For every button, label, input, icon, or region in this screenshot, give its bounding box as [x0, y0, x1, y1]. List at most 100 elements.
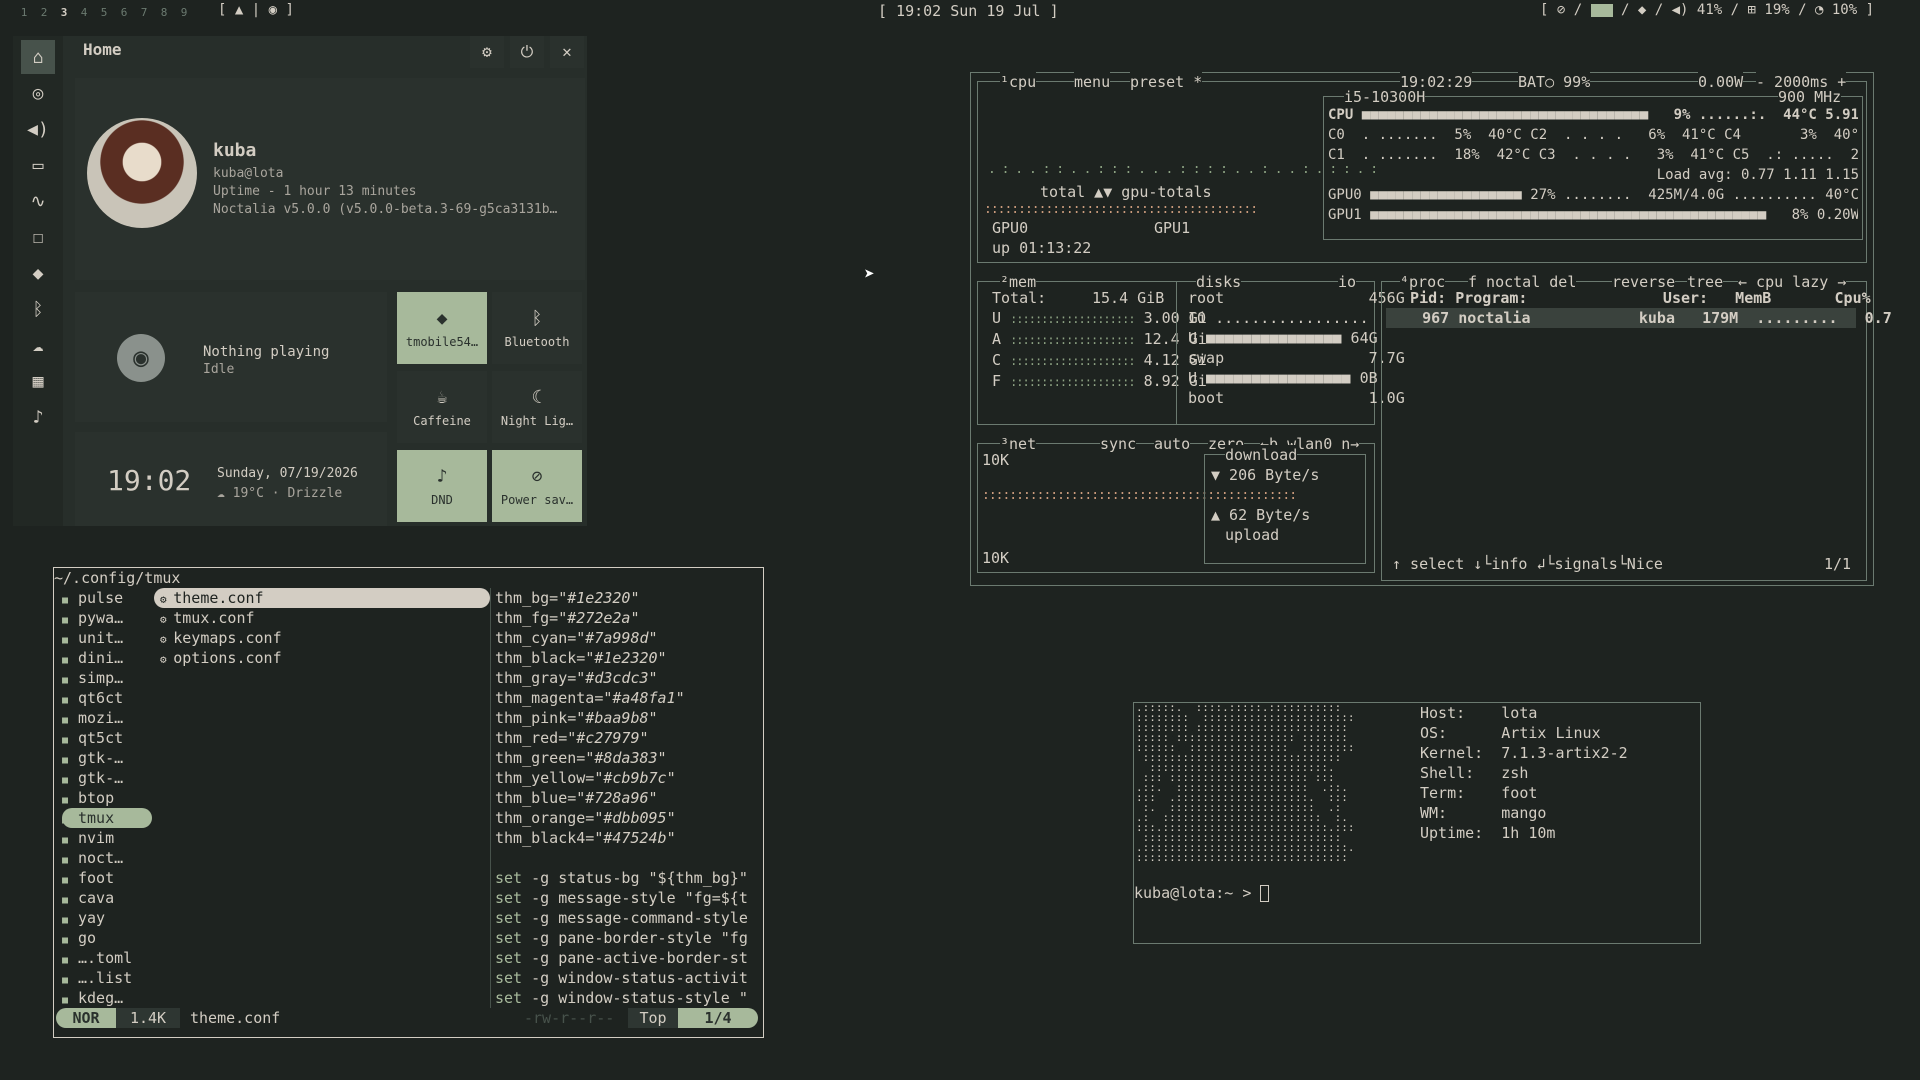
- dir-item[interactable]: ■ gtk-…: [62, 768, 152, 788]
- workspace-button[interactable]: 5: [94, 6, 114, 19]
- quick-tile-caffeine[interactable]: ☕ Caffeine: [397, 371, 487, 443]
- home-icon[interactable]: ⌂: [21, 40, 55, 74]
- proc-columns: Pid: Program: User: MemB Cpu%: [1392, 289, 1871, 307]
- string-literal: "#7a998d": [576, 629, 658, 647]
- auto-toggle[interactable]: auto: [1154, 434, 1191, 454]
- activity-icon[interactable]: ∿: [21, 184, 55, 218]
- proc-row[interactable]: 967 noctalia kuba 179M ......... 0.7: [1386, 308, 1892, 328]
- info-row: OS: Artix Linux: [1420, 723, 1628, 743]
- code-text: thm_green=: [495, 749, 586, 767]
- terminal-window[interactable]: .:::::. ::::.:::::.::::::::::: :::::::: …: [1133, 702, 1701, 944]
- steam-icon[interactable]: ◉: [269, 2, 277, 18]
- quick-tile-dnd[interactable]: ♪ DND: [397, 450, 487, 522]
- power-icon[interactable]: ⏻: [510, 36, 544, 68]
- wifi-icon[interactable]: ◆: [21, 256, 55, 290]
- quick-tile-nightlig[interactable]: ☾ Night Lig…: [492, 371, 582, 443]
- tile-label: Power sav…: [500, 492, 574, 507]
- dir-item[interactable]: ■ gtk-…: [62, 748, 152, 768]
- dir-item[interactable]: ■ btop: [62, 788, 152, 808]
- avatar[interactable]: [87, 118, 197, 228]
- mem-bar: ::::::::::::::::::::: [1010, 375, 1135, 389]
- preview-line: set -g pane-border-style "fg: [495, 928, 761, 948]
- file-item[interactable]: ⚙ tmux.conf: [154, 608, 490, 628]
- cpu-detail-box: i5-10300H 900 MHz CPU ■■■■■■■■■■■■■■■■■■…: [1323, 87, 1863, 240]
- preview-line: thm_black4="#47524b": [495, 828, 761, 848]
- dir-item[interactable]: ■ pulse: [62, 588, 152, 608]
- dir-item[interactable]: ■ noct…: [62, 848, 152, 868]
- quick-tile-bluetooth[interactable]: ᛒ Bluetooth: [492, 292, 582, 364]
- dir-item[interactable]: ■ dini…: [62, 648, 152, 668]
- menu-button[interactable]: menu: [1074, 72, 1111, 92]
- file-item[interactable]: ⚙ keymaps.conf: [154, 628, 490, 648]
- code-text: thm_red=: [495, 729, 568, 747]
- code-text: thm_cyan=: [495, 629, 577, 647]
- dir-item[interactable]: ■ kdeg…: [62, 988, 152, 1008]
- info-row: Uptime: 1h 10m: [1420, 823, 1628, 843]
- bell-icon[interactable]: ♪: [21, 400, 55, 434]
- close-icon[interactable]: ✕: [550, 36, 584, 68]
- sync-toggle[interactable]: sync: [1100, 434, 1137, 454]
- tile-label: tmobile54…: [405, 334, 479, 349]
- dir-name: ….list: [78, 969, 133, 987]
- leaf-icon[interactable]: ⊘: [1557, 2, 1565, 18]
- quick-tile-powersav[interactable]: ⊘ Power sav…: [492, 450, 582, 522]
- dir-item[interactable]: ■ yay: [62, 908, 152, 928]
- workspace-button[interactable]: 4: [74, 6, 94, 19]
- string-literal: "#cb9b7c": [594, 769, 676, 787]
- calendar-icon[interactable]: ▦: [21, 364, 55, 398]
- display-icon[interactable]: ▭: [21, 148, 55, 182]
- dir-item[interactable]: ■ cava: [62, 888, 152, 908]
- dir-item[interactable]: ■ foot: [62, 868, 152, 888]
- file-item[interactable]: ⚙ theme.conf: [154, 588, 490, 608]
- disk-value: 10%: [1831, 2, 1858, 18]
- dir-item[interactable]: ■ nvim: [62, 828, 152, 848]
- dir-item[interactable]: ■ unit…: [62, 628, 152, 648]
- info-value: lota: [1501, 704, 1538, 722]
- workspace-button[interactable]: 9: [174, 6, 194, 19]
- dir-item[interactable]: ■ go: [62, 928, 152, 948]
- dir-item[interactable]: ■ mozi…: [62, 708, 152, 728]
- clock[interactable]: [ 19:02 Sun 19 Jul ]: [878, 2, 1059, 20]
- workspace-button[interactable]: 3: [54, 6, 74, 19]
- upload-label: upload: [1225, 525, 1280, 545]
- workspace-button[interactable]: 7: [134, 6, 154, 19]
- volume-icon[interactable]: ◀): [21, 112, 55, 146]
- dir-item[interactable]: ■ ….list: [62, 968, 152, 988]
- cpu-freq: 900 MHz: [1778, 87, 1842, 107]
- settings-icon[interactable]: ⚙: [470, 36, 504, 68]
- volume-icon[interactable]: ◀): [1672, 2, 1689, 18]
- workspace-button[interactable]: 1: [14, 6, 34, 19]
- gpu-totals-toggle[interactable]: total ▲▼ gpu-totals: [1040, 182, 1212, 202]
- wifi-icon[interactable]: ◆: [1638, 2, 1646, 18]
- media-icon[interactable]: ◎: [21, 76, 55, 110]
- media-status: Idle: [203, 362, 235, 377]
- chat-icon[interactable]: ☐: [21, 220, 55, 254]
- workspace-button[interactable]: 8: [154, 6, 174, 19]
- file-item[interactable]: ⚙ options.conf: [154, 648, 490, 668]
- quick-tile-tmobile54[interactable]: ◆ tmobile54…: [397, 292, 487, 364]
- mem-divider: [1176, 282, 1177, 424]
- bluetooth-icon[interactable]: ᛒ: [21, 292, 55, 326]
- keyword: set: [495, 969, 523, 987]
- dir-item[interactable]: ■ ….toml: [62, 948, 152, 968]
- dir-item[interactable]: ■ tmux: [62, 808, 152, 828]
- info-key: Kernel:: [1420, 744, 1502, 762]
- dir-item[interactable]: ■ qt5ct: [62, 728, 152, 748]
- dir-item[interactable]: ■ qt6ct: [62, 688, 152, 708]
- battery-icon[interactable]: [1590, 3, 1613, 17]
- disk-rows: root 456G IO ................. U ■■■■■■■■■…: [1188, 288, 1405, 408]
- dir-item[interactable]: ■ pywa…: [62, 608, 152, 628]
- dir-item[interactable]: ■ simp…: [62, 668, 152, 688]
- mem-row: F :::::::::::::::::::: 8.92 Gi: [992, 371, 1207, 392]
- proc-footer[interactable]: ↑ select ↓└info ↲└signals└Nice: [1392, 554, 1663, 574]
- weather-icon[interactable]: ☁: [21, 328, 55, 362]
- media-card[interactable]: ◉ Nothing playing Idle: [75, 292, 387, 422]
- dir-name: qt5ct: [78, 729, 124, 747]
- keyword: set: [495, 949, 523, 967]
- shell-prompt[interactable]: kuba@lota:~ >: [1134, 883, 1270, 903]
- workspace-button[interactable]: 2: [34, 6, 54, 19]
- preset-button[interactable]: preset *: [1130, 72, 1203, 92]
- workspace-button[interactable]: 6: [114, 6, 134, 19]
- info-key: Term:: [1420, 784, 1502, 802]
- arch-icon[interactable]: ▲: [235, 2, 243, 18]
